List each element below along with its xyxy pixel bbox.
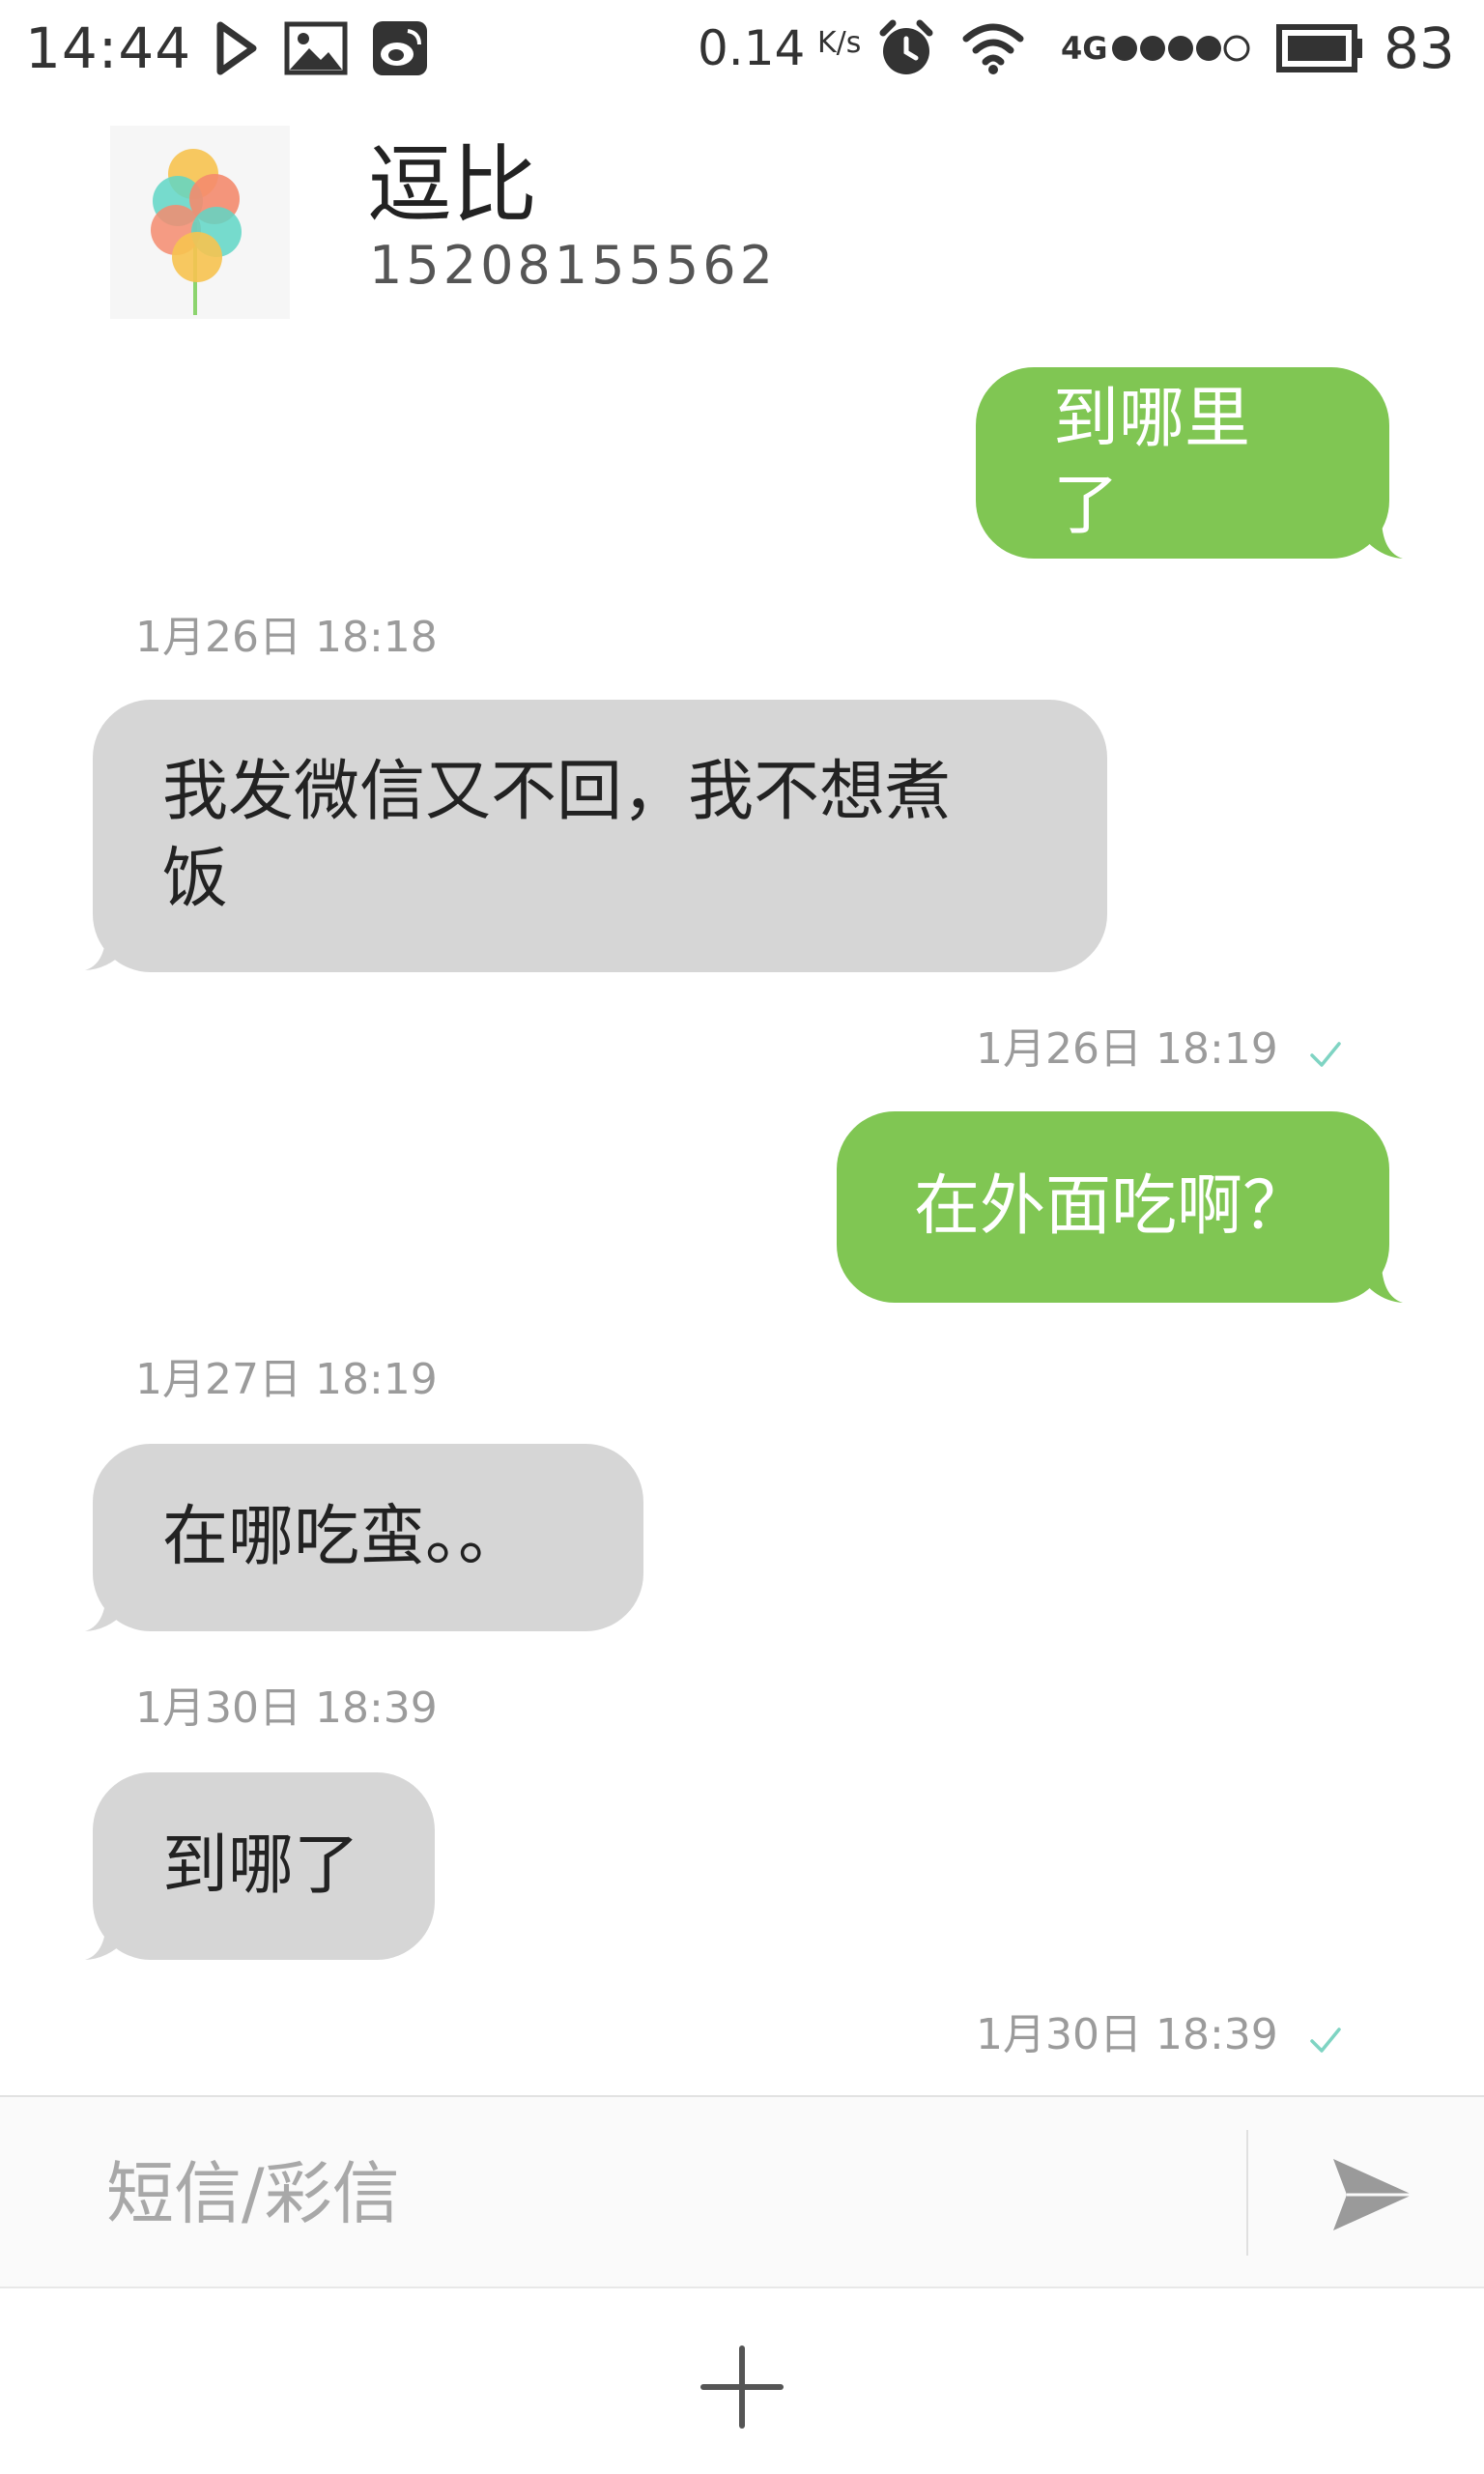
contact-avatar[interactable] [110, 126, 290, 319]
alarm-icon [879, 19, 933, 74]
compose-bar [0, 2095, 1484, 2288]
message-text: 到哪了 [162, 1827, 360, 1904]
contact-header[interactable]: 逗比 15208155562 [0, 97, 1484, 329]
messaging-screen: 14:44 0.14 K/s 4G 83 逗比 15208155562 到哪里了… [0, 0, 1484, 2474]
message-text: 在外面吃啊？ [914, 1168, 1309, 1245]
message-timestamp: 1月26日 18:19 [976, 1024, 1278, 1074]
play-icon [216, 21, 257, 75]
message-text: 在哪吃蛮。。 [162, 1499, 525, 1575]
message-timestamp: 1月26日 18:18 [135, 613, 438, 662]
bubble-tail [85, 934, 137, 970]
contact-phone: 15208155562 [369, 235, 777, 296]
message-bubble-outgoing[interactable]: 到哪里了 [976, 367, 1389, 559]
message-input[interactable] [106, 2136, 1217, 2252]
status-bar: 14:44 0.14 K/s 4G 83 [0, 0, 1484, 97]
net-speed: 0.14 [698, 20, 806, 76]
send-icon[interactable] [1314, 2151, 1420, 2238]
message-text-line: 饭 [162, 841, 229, 917]
read-check-icon [1310, 2028, 1341, 2053]
wifi-icon [962, 23, 1024, 74]
message-bubble-incoming[interactable]: 到哪了 [93, 1772, 435, 1960]
signal-icon [1112, 35, 1250, 62]
bubble-tail [1353, 522, 1403, 559]
bubble-tail [85, 1923, 137, 1960]
bubble-tail [85, 1595, 137, 1631]
message-bubble-outgoing[interactable]: 在外面吃啊？ [837, 1111, 1389, 1303]
attachment-bar [0, 2290, 1484, 2474]
add-attachment-icon[interactable] [696, 2341, 788, 2433]
message-text: 到哪里了 [1053, 381, 1251, 544]
net-speed-unit: K/s [817, 25, 862, 60]
contact-name: 逗比 [367, 135, 538, 235]
read-check-icon [1310, 1042, 1341, 1067]
weibo-icon [373, 21, 427, 75]
battery-icon [1276, 24, 1362, 72]
message-timestamp: 1月27日 18:19 [135, 1355, 438, 1404]
battery-level: 83 [1384, 15, 1455, 81]
message-bubble-incoming[interactable]: 在哪吃蛮。。 [93, 1444, 643, 1631]
status-time: 14:44 [25, 15, 192, 81]
balloon-avatar-icon [151, 149, 242, 315]
image-icon [284, 21, 348, 75]
compose-divider [1246, 2130, 1248, 2256]
bubble-tail [1353, 1266, 1403, 1303]
message-timestamp: 1月30日 18:39 [976, 2010, 1278, 2059]
message-bubble-incoming[interactable]: 我发微信又不回，我不想煮 饭 [93, 700, 1107, 972]
network-type: 4G [1061, 30, 1108, 67]
message-text-line: 我发微信又不回，我不想煮 [162, 754, 952, 830]
message-timestamp: 1月30日 18:39 [135, 1683, 438, 1733]
